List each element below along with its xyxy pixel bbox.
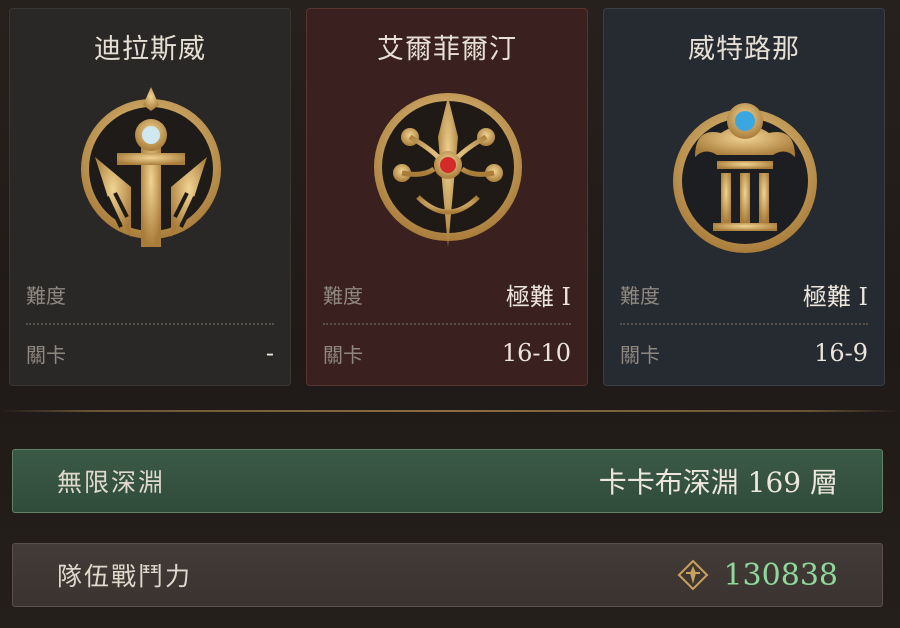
stage-value: - [265, 339, 274, 367]
power-value-group: 130838 [677, 558, 838, 593]
infinite-abyss-bar[interactable]: 無限深淵 卡卡布深淵 169 層 [12, 449, 883, 513]
card-title: 威特路那 [688, 34, 800, 65]
combat-power-icon [678, 559, 709, 591]
region-card-elfelten[interactable]: 艾爾菲爾汀 難度 極難 I 關卡 16-10 [306, 8, 588, 386]
difficulty-value: 極難 I [802, 282, 868, 311]
divider [26, 323, 274, 325]
wheatlena-emblem-icon [673, 103, 817, 253]
difficulty-label: 難度 [26, 283, 66, 308]
stage-value: 16-9 [814, 339, 868, 367]
stage-row: 關卡 - [26, 336, 274, 370]
difficulty-value: 極難 I [505, 282, 571, 311]
divider [620, 323, 868, 325]
card-title: 艾爾菲爾汀 [377, 34, 517, 65]
region-card-dilasway[interactable]: 迪拉斯威 難度 關卡 - [9, 8, 291, 386]
team-power-bar: 隊伍戰鬥力 130838 [12, 543, 883, 607]
difficulty-row: 難度 [26, 277, 274, 311]
stage-label: 關卡 [620, 342, 660, 367]
dilasway-emblem-icon [81, 87, 221, 247]
card-title: 迪拉斯威 [94, 34, 206, 65]
difficulty-label: 難度 [620, 283, 660, 308]
stage-label: 關卡 [323, 342, 363, 367]
divider [323, 323, 571, 325]
difficulty-label: 難度 [323, 283, 363, 308]
difficulty-row: 難度 極難 I [620, 277, 868, 311]
stage-row: 關卡 16-10 [323, 336, 571, 370]
power-value: 130838 [723, 557, 838, 593]
elfelten-emblem-icon [374, 93, 522, 247]
abyss-label: 無限深淵 [57, 468, 166, 497]
stage-value: 16-10 [501, 339, 571, 367]
abyss-value: 卡卡布深淵 169 層 [598, 466, 838, 499]
region-card-wheatlena[interactable]: 威特路那 難度 極難 I 關卡 16-9 [603, 8, 885, 386]
difficulty-row: 難度 極難 I [323, 277, 571, 311]
stage-row: 關卡 16-9 [620, 336, 868, 370]
region-cards: 迪拉斯威 難度 關卡 - 艾爾菲爾汀 難度 極難 I 關卡 16-10 威特路那… [0, 0, 900, 400]
stage-label: 關卡 [26, 342, 66, 367]
section-divider [0, 410, 900, 412]
power-label: 隊伍戰鬥力 [57, 562, 193, 591]
